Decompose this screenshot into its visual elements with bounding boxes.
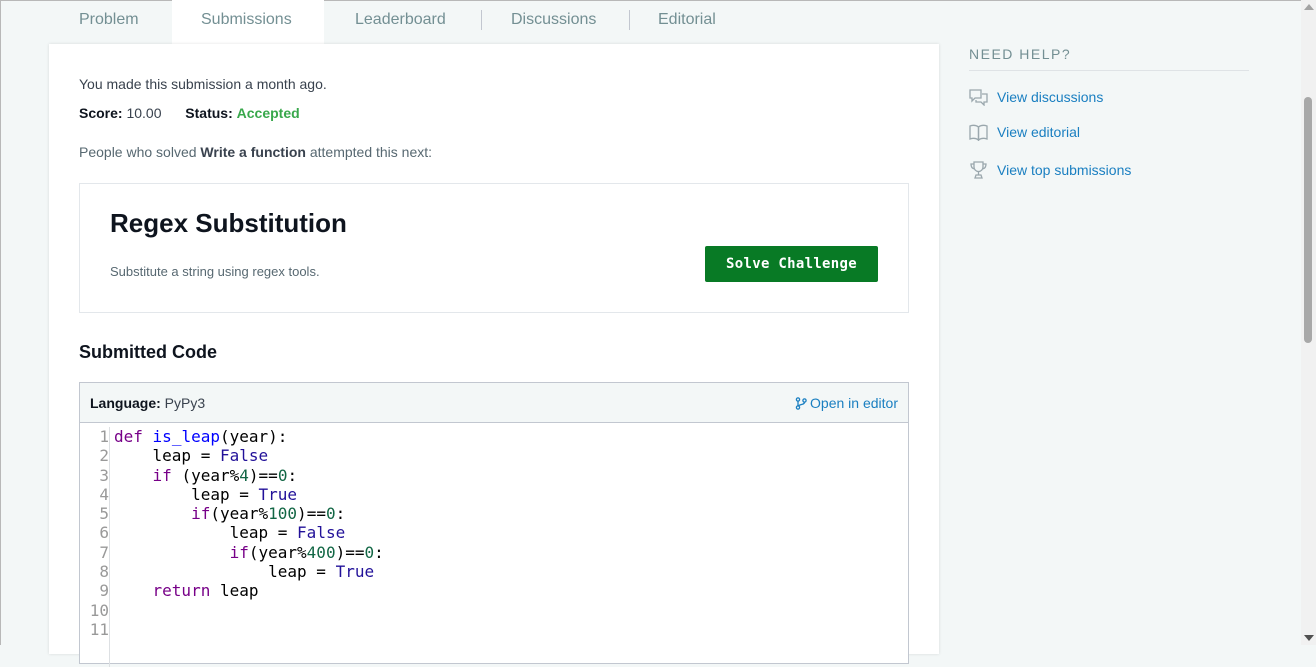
view-editorial-link[interactable]: View editorial: [969, 124, 1080, 144]
tab-divider: [629, 10, 630, 30]
code-line: leap = False: [152, 446, 269, 466]
line-number: 11: [89, 619, 109, 639]
tab-editorial[interactable]: Editorial: [658, 0, 716, 44]
tab-leaderboard[interactable]: Leaderboard: [355, 0, 446, 44]
language-label: Language:: [90, 395, 161, 411]
code-line: return leap: [152, 581, 259, 601]
tab-divider: [481, 10, 482, 30]
score-status-line: Score: 10.00 Status: Accepted: [79, 105, 300, 121]
status-value: Accepted: [236, 105, 300, 121]
book-icon: [969, 124, 989, 144]
score-value: 10.00: [126, 105, 162, 121]
language-value: PyPy3: [164, 395, 206, 411]
scroll-down-arrow-icon[interactable]: [1304, 635, 1314, 641]
code-line: leap = True: [268, 562, 375, 582]
code-line: def is_leap(year):: [114, 427, 288, 446]
line-number: 4: [99, 484, 109, 504]
code-line: if(year%100)==0:: [191, 504, 346, 524]
next-challenge-intro: People who solved Write a function attem…: [79, 144, 432, 160]
language-info: Language: PyPy3: [90, 395, 205, 411]
code-editor[interactable]: 1 2 3 4 5 6 7 8 9 10 11 def is_leap(year): leap = …: [80, 423, 908, 667]
line-number-gutter: 1 2 3 4 5 6 7 8 9 10 11: [80, 427, 110, 667]
line-number: 2: [99, 446, 109, 466]
intro-after: attempted this next:: [305, 144, 433, 160]
submission-card: You made this submission a month ago. Sc…: [49, 44, 939, 667]
view-top-submissions-label: View top submissions: [997, 162, 1132, 178]
tab-problem[interactable]: Problem: [79, 0, 139, 44]
view-discussions-link[interactable]: View discussions: [969, 88, 1103, 109]
line-number: 6: [99, 523, 109, 543]
view-top-submissions-link[interactable]: View top submissions: [969, 161, 1131, 182]
submission-time-message: You made this submission a month ago.: [79, 76, 327, 92]
status-label: Status:: [185, 105, 233, 121]
challenge-tabs: Problem Submissions Leaderboard Discussi…: [49, 0, 939, 44]
view-editorial-label: View editorial: [997, 124, 1081, 140]
intro-before: People who solved: [79, 144, 201, 160]
code-viewer-header: Language: PyPy3 Open in editor: [80, 383, 908, 423]
line-number: 8: [99, 562, 109, 582]
need-help-heading: NEED HELP?: [969, 46, 1072, 62]
trophy-icon: [969, 161, 989, 182]
code-line: if (year%4)==0:: [152, 465, 298, 485]
next-challenge-subtitle: Substitute a string using regex tools.: [110, 264, 320, 279]
line-number: 1: [99, 427, 109, 446]
need-help-divider: [969, 70, 1249, 71]
code-line: leap = True: [191, 484, 298, 504]
line-number: 7: [99, 542, 109, 562]
code-lines: def is_leap(year): leap = False if (year…: [114, 427, 384, 639]
next-challenge-card: Regex Substitution Substitute a string u…: [79, 183, 909, 313]
next-challenge-title: Regex Substitution: [110, 208, 347, 238]
page-scrollbar[interactable]: [1301, 0, 1316, 645]
line-number: 9: [99, 581, 109, 601]
scroll-up-arrow-icon[interactable]: [1304, 4, 1314, 10]
submitted-code-heading: Submitted Code: [79, 342, 217, 362]
solve-challenge-button[interactable]: Solve Challenge: [705, 246, 878, 282]
view-discussions-label: View discussions: [997, 89, 1104, 105]
solved-challenge-name: Write a function: [200, 144, 306, 160]
open-in-editor-label: Open in editor: [810, 395, 898, 411]
line-number: 3: [99, 465, 109, 485]
line-number: 10: [89, 600, 109, 620]
tab-discussions[interactable]: Discussions: [511, 0, 596, 44]
open-in-editor-link[interactable]: Open in editor: [795, 395, 898, 411]
branch-icon: [795, 397, 807, 410]
code-viewer: Language: PyPy3 Open in editor 123456789…: [79, 382, 909, 667]
code-line: if(year%400)==0:: [229, 542, 384, 562]
scrollbar-thumb[interactable]: [1304, 97, 1312, 343]
line-number: 5: [99, 504, 109, 524]
code-line: leap = False: [229, 523, 346, 543]
window-border-left: [0, 0, 1, 645]
discussion-icon: [969, 88, 989, 109]
tab-submissions[interactable]: Submissions: [172, 0, 324, 44]
score-label: Score:: [79, 105, 123, 121]
